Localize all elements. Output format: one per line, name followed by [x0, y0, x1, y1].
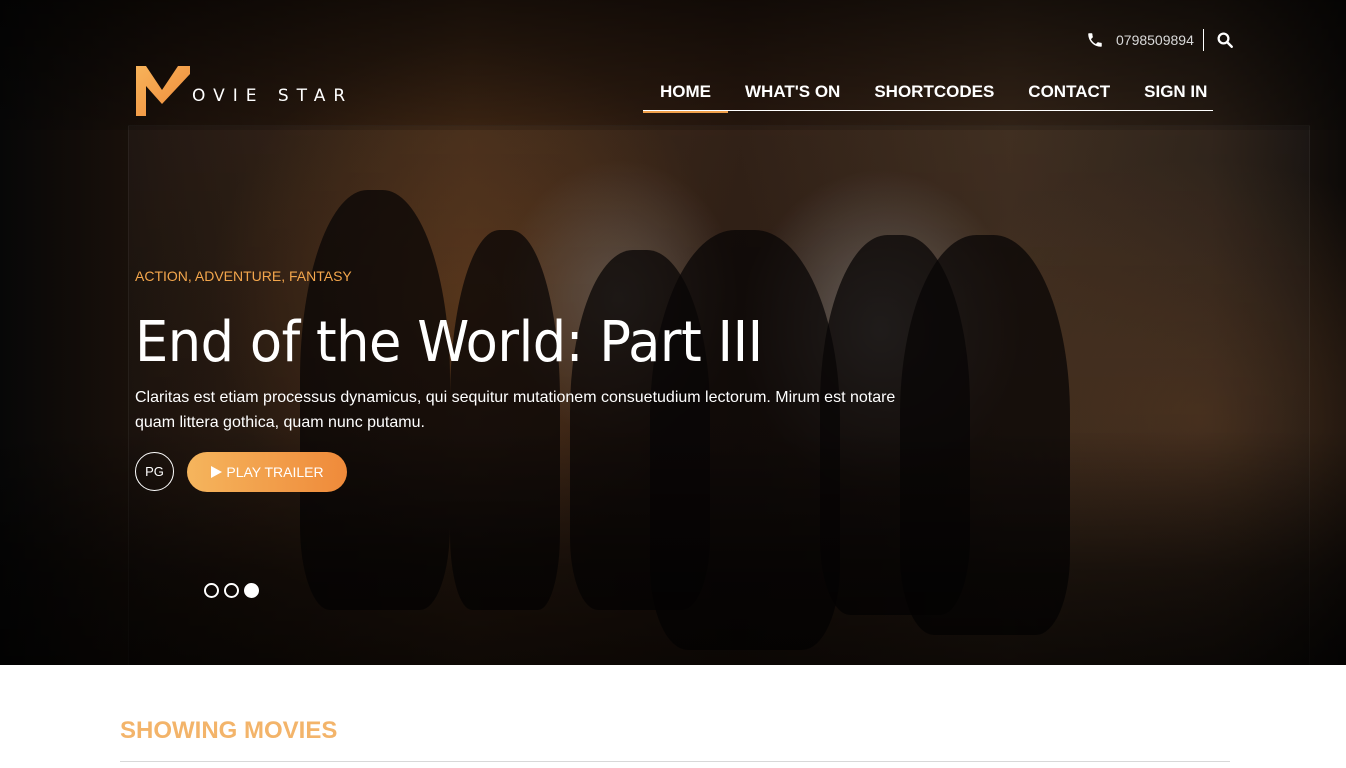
play-trailer-label: PLAY TRAILER	[226, 464, 324, 480]
logo-text: OVIE STAR	[192, 86, 354, 106]
nav-item-shortcodes[interactable]: SHORTCODES	[857, 78, 1011, 112]
slider-dot-1[interactable]	[204, 583, 219, 598]
nav-item-whats-on[interactable]: WHAT'S ON	[728, 78, 857, 112]
nav-item-home[interactable]: HOME	[643, 78, 728, 113]
rating-badge: PG	[135, 452, 174, 491]
slider-dot-2[interactable]	[224, 583, 239, 598]
nav-item-sign-in[interactable]: SIGN IN	[1127, 78, 1224, 112]
phone-number[interactable]: 0798509894	[1116, 32, 1194, 48]
section-divider	[120, 761, 1230, 762]
logo-m-icon	[136, 66, 190, 116]
slider-dot-3[interactable]	[244, 583, 259, 598]
play-trailer-button[interactable]: PLAY TRAILER	[187, 452, 347, 492]
main-nav: HOME WHAT'S ON SHORTCODES CONTACT SIGN I…	[643, 78, 1213, 113]
site-logo[interactable]: OVIE STAR	[136, 64, 353, 118]
movie-description-line: Claritas est etiam processus dynamicus, …	[135, 389, 896, 406]
nav-item-contact[interactable]: CONTACT	[1011, 78, 1127, 112]
top-contact-bar: 0798509894	[1086, 28, 1234, 52]
section-title: SHOWING MOVIES	[120, 717, 338, 744]
play-icon	[211, 466, 223, 478]
movie-title: End of the World: Part III	[135, 310, 763, 375]
nav-underline	[643, 110, 1213, 111]
slider-pagination	[204, 583, 264, 598]
movie-genres[interactable]: ACTION, ADVENTURE, FANTASY	[135, 268, 352, 284]
phone-icon	[1088, 33, 1102, 47]
movie-description-line: quam littera gothica, quam nunc putamu.	[135, 414, 425, 431]
topbar-divider	[1202, 29, 1204, 51]
search-icon[interactable]	[1216, 31, 1234, 49]
movie-description: Claritas est etiam processus dynamicus, …	[135, 385, 965, 435]
